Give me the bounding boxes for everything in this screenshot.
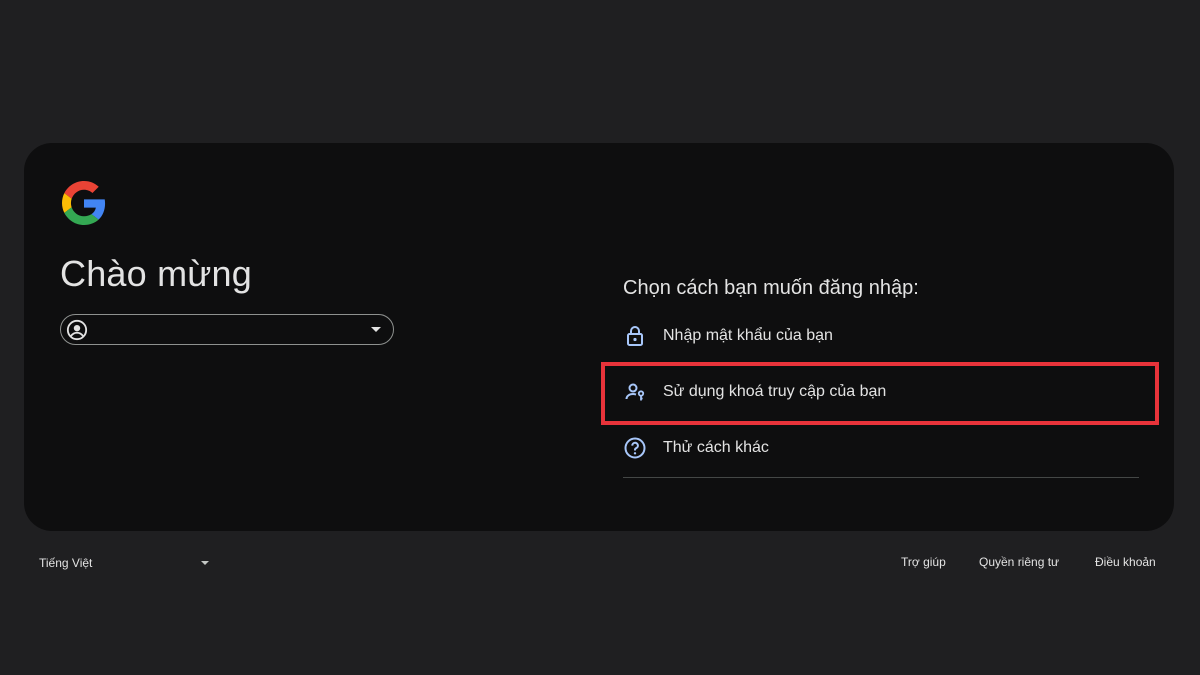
sign-in-method-heading: Chọn cách bạn muốn đăng nhập: [623,277,919,299]
account-circle-icon [66,319,88,340]
privacy-link[interactable]: Quyền riêng tư [979,555,1059,569]
sign-in-card: Chào mừng Chọn cách bạn muốn đăng nhập: … [24,143,1174,531]
divider [623,477,1139,478]
chevron-down-icon [371,327,381,332]
option-label: Thử cách khác [663,439,769,456]
help-link[interactable]: Trợ giúp [901,555,946,569]
language-label: Tiếng Việt [39,556,93,570]
option-label: Nhập mật khẩu của bạn [663,327,833,344]
highlight-annotation-box [601,362,1159,425]
help-circle-icon [624,437,646,459]
terms-link[interactable]: Điều khoản [1095,555,1156,569]
footer: Tiếng Việt Trợ giúp Quyền riêng tư Điều … [0,552,1200,576]
lock-icon [627,326,643,346]
option-try-another-way[interactable]: Thử cách khác [623,426,1139,470]
google-logo-icon [62,181,106,225]
account-selector[interactable] [60,314,394,345]
option-enter-password[interactable]: Nhập mật khẩu của bạn [623,314,1139,358]
chevron-down-icon [201,561,209,565]
page-title: Chào mừng [60,253,252,294]
language-selector[interactable]: Tiếng Việt [39,552,209,574]
